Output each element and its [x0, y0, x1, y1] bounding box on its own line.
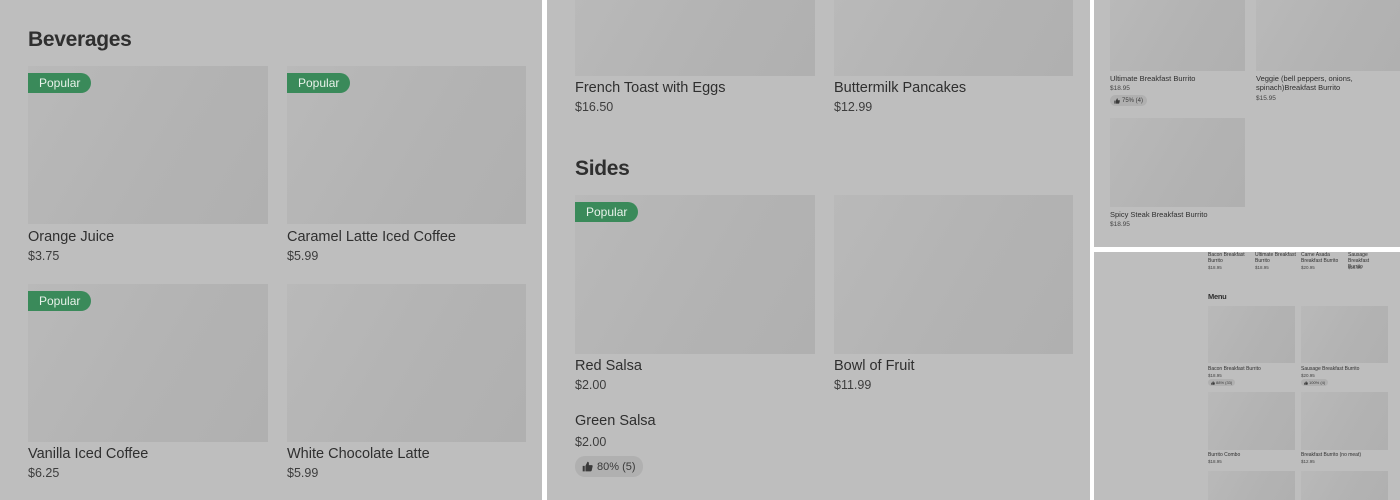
popular-badge: Popular: [287, 73, 351, 93]
item-name: Bowl of Fruit: [834, 358, 915, 374]
item-name: Veggie (bell peppers, onions, spinach)Br…: [1256, 74, 1353, 92]
burritos-panel: Ultimate Breakfast Burrito $18.95 75% (4…: [1094, 0, 1400, 247]
item-name: Caramel Latte Iced Coffee: [287, 229, 456, 245]
rating-badge: 75% (4): [1110, 95, 1148, 106]
beverages-panel: Beverages Popular Orange Juice $3.75 Pop…: [0, 0, 542, 500]
item-price: $12.99: [834, 100, 873, 114]
section-title-sides: Sides: [575, 157, 630, 180]
item-name: Bacon Breakfast Burrito: [1208, 252, 1245, 264]
menu-item-card[interactable]: Popular Vanilla Iced Coffee $6.25: [28, 284, 268, 484]
item-name: French Toast with Eggs: [575, 80, 726, 96]
menu-item-card[interactable]: Green Salsa $2.00 80% (5): [575, 410, 815, 480]
item-image: [575, 0, 815, 76]
item-price: $18.95: [1110, 221, 1130, 228]
rating-text: 75% (4): [1122, 97, 1144, 104]
item-name: Vanilla Iced Coffee: [28, 446, 149, 462]
menu-overview-panel: Bacon Breakfast Burrito $18.95 Ultimate …: [1094, 252, 1400, 500]
item-price: $18.95: [1255, 265, 1269, 270]
sides-panel: French Toast with Eggs $16.50 Buttermilk…: [547, 0, 1090, 500]
item-image: [1256, 0, 1400, 71]
thumbs-up-icon: [1211, 380, 1215, 385]
item-price: $18.95: [1208, 265, 1222, 270]
rating-text: 80% (5): [597, 460, 636, 473]
item-price: $3.75: [28, 249, 60, 263]
item-name: Green Salsa: [575, 413, 656, 429]
item-image: [1110, 118, 1245, 207]
rating-text: 100% (4): [1309, 380, 1326, 385]
popular-badge: Popular: [28, 73, 92, 93]
item-name: White Chocolate Latte: [287, 446, 430, 462]
menu-item-card[interactable]: Bowl of Fruit $11.99: [834, 195, 1074, 395]
item-image[interactable]: [1208, 471, 1295, 500]
item-price: $18.95: [1208, 459, 1222, 464]
menu-item-card[interactable]: Popular Red Salsa $2.00: [575, 195, 815, 395]
menu-item-card[interactable]: Ultimate Breakfast Burrito $18.95 75% (4…: [1110, 0, 1245, 110]
item-price: $15.95: [1348, 265, 1362, 270]
menu-item-card[interactable]: Carne Asada Breakfast Burrito $20.95: [1301, 252, 1346, 272]
menu-item-card[interactable]: Buttermilk Pancakes $12.99: [834, 0, 1074, 115]
menu-item-card[interactable]: Sausage Breakfast Burrito $20.95 100% (4…: [1301, 306, 1388, 388]
item-price: $18.95: [1110, 85, 1130, 92]
item-image: [287, 284, 526, 442]
item-price: $2.00: [575, 378, 607, 392]
rating-badge: 88% (33): [1208, 379, 1236, 386]
item-price: $15.95: [1256, 95, 1276, 102]
item-image: [1208, 392, 1295, 450]
item-name: Sausage Breakfast Burrito: [1301, 366, 1360, 372]
menu-item-card[interactable]: Spicy Steak Breakfast Burrito $18.95: [1110, 118, 1245, 233]
thumbs-up-icon: [1304, 380, 1308, 385]
item-price: $20.95: [1301, 265, 1315, 270]
item-name: Ultimate Breakfast Burrito: [1110, 74, 1196, 83]
item-image: [834, 0, 1073, 76]
item-name: Spicy Steak Breakfast Burrito: [1110, 210, 1208, 219]
item-price: $16.50: [575, 100, 614, 114]
item-price: $12.95: [1301, 459, 1315, 464]
item-image[interactable]: [1301, 471, 1388, 500]
rating-badge: 80% (5): [575, 456, 643, 477]
item-name: Ultimate Breakfast Burrito: [1255, 252, 1296, 264]
menu-item-card[interactable]: Popular Caramel Latte Iced Coffee $5.99: [287, 66, 527, 266]
popular-badge: Popular: [28, 291, 92, 311]
rating-text: 88% (33): [1216, 380, 1233, 385]
item-name: Buttermilk Pancakes: [834, 80, 967, 96]
item-name: Orange Juice: [28, 229, 115, 245]
item-image: [1208, 306, 1295, 363]
menu-item-card[interactable]: White Chocolate Latte $5.99: [287, 284, 527, 484]
section-title-menu: Menu: [1208, 292, 1227, 301]
item-name: Breakfast Burrito (no meat): [1301, 452, 1362, 458]
item-price: $6.25: [28, 466, 60, 480]
menu-item-card[interactable]: Popular Orange Juice $3.75: [28, 66, 268, 266]
item-name: Burrito Combo: [1208, 452, 1241, 458]
popular-badge: Popular: [575, 202, 639, 222]
item-name: Red Salsa: [575, 358, 642, 374]
item-price: $2.00: [575, 435, 607, 449]
menu-item-card[interactable]: Veggie (bell peppers, onions, spinach)Br…: [1256, 0, 1400, 110]
thumbs-up-icon: [582, 461, 593, 472]
item-price: $5.99: [287, 466, 319, 480]
item-image: [834, 195, 1073, 354]
item-image: [1301, 392, 1388, 450]
menu-item-card[interactable]: Burrito Combo $18.95: [1208, 392, 1295, 467]
item-price: $11.99: [834, 378, 872, 392]
menu-item-card[interactable]: Breakfast Burrito (no meat) $12.95: [1301, 392, 1388, 467]
menu-item-card[interactable]: French Toast with Eggs $16.50: [575, 0, 815, 115]
menu-item-card[interactable]: Bacon Breakfast Burrito $18.95 88% (33): [1208, 306, 1295, 388]
item-price: $5.99: [287, 249, 319, 263]
item-price: $20.95: [1301, 373, 1315, 378]
section-title-beverages: Beverages: [28, 28, 132, 51]
item-image: [1301, 306, 1388, 363]
item-name: Carne Asada Breakfast Burrito: [1301, 252, 1339, 264]
thumbs-up-icon: [1114, 97, 1120, 104]
menu-item-card[interactable]: Sausage Breakfast Burrito $15.95: [1348, 252, 1393, 272]
item-image: [1110, 0, 1245, 71]
menu-item-card[interactable]: Ultimate Breakfast Burrito $18.95: [1255, 252, 1300, 272]
item-price: $18.95: [1208, 373, 1222, 378]
rating-badge: 100% (4): [1301, 379, 1329, 386]
menu-item-card[interactable]: Bacon Breakfast Burrito $18.95: [1208, 252, 1253, 272]
item-name: Bacon Breakfast Burrito: [1208, 366, 1261, 372]
